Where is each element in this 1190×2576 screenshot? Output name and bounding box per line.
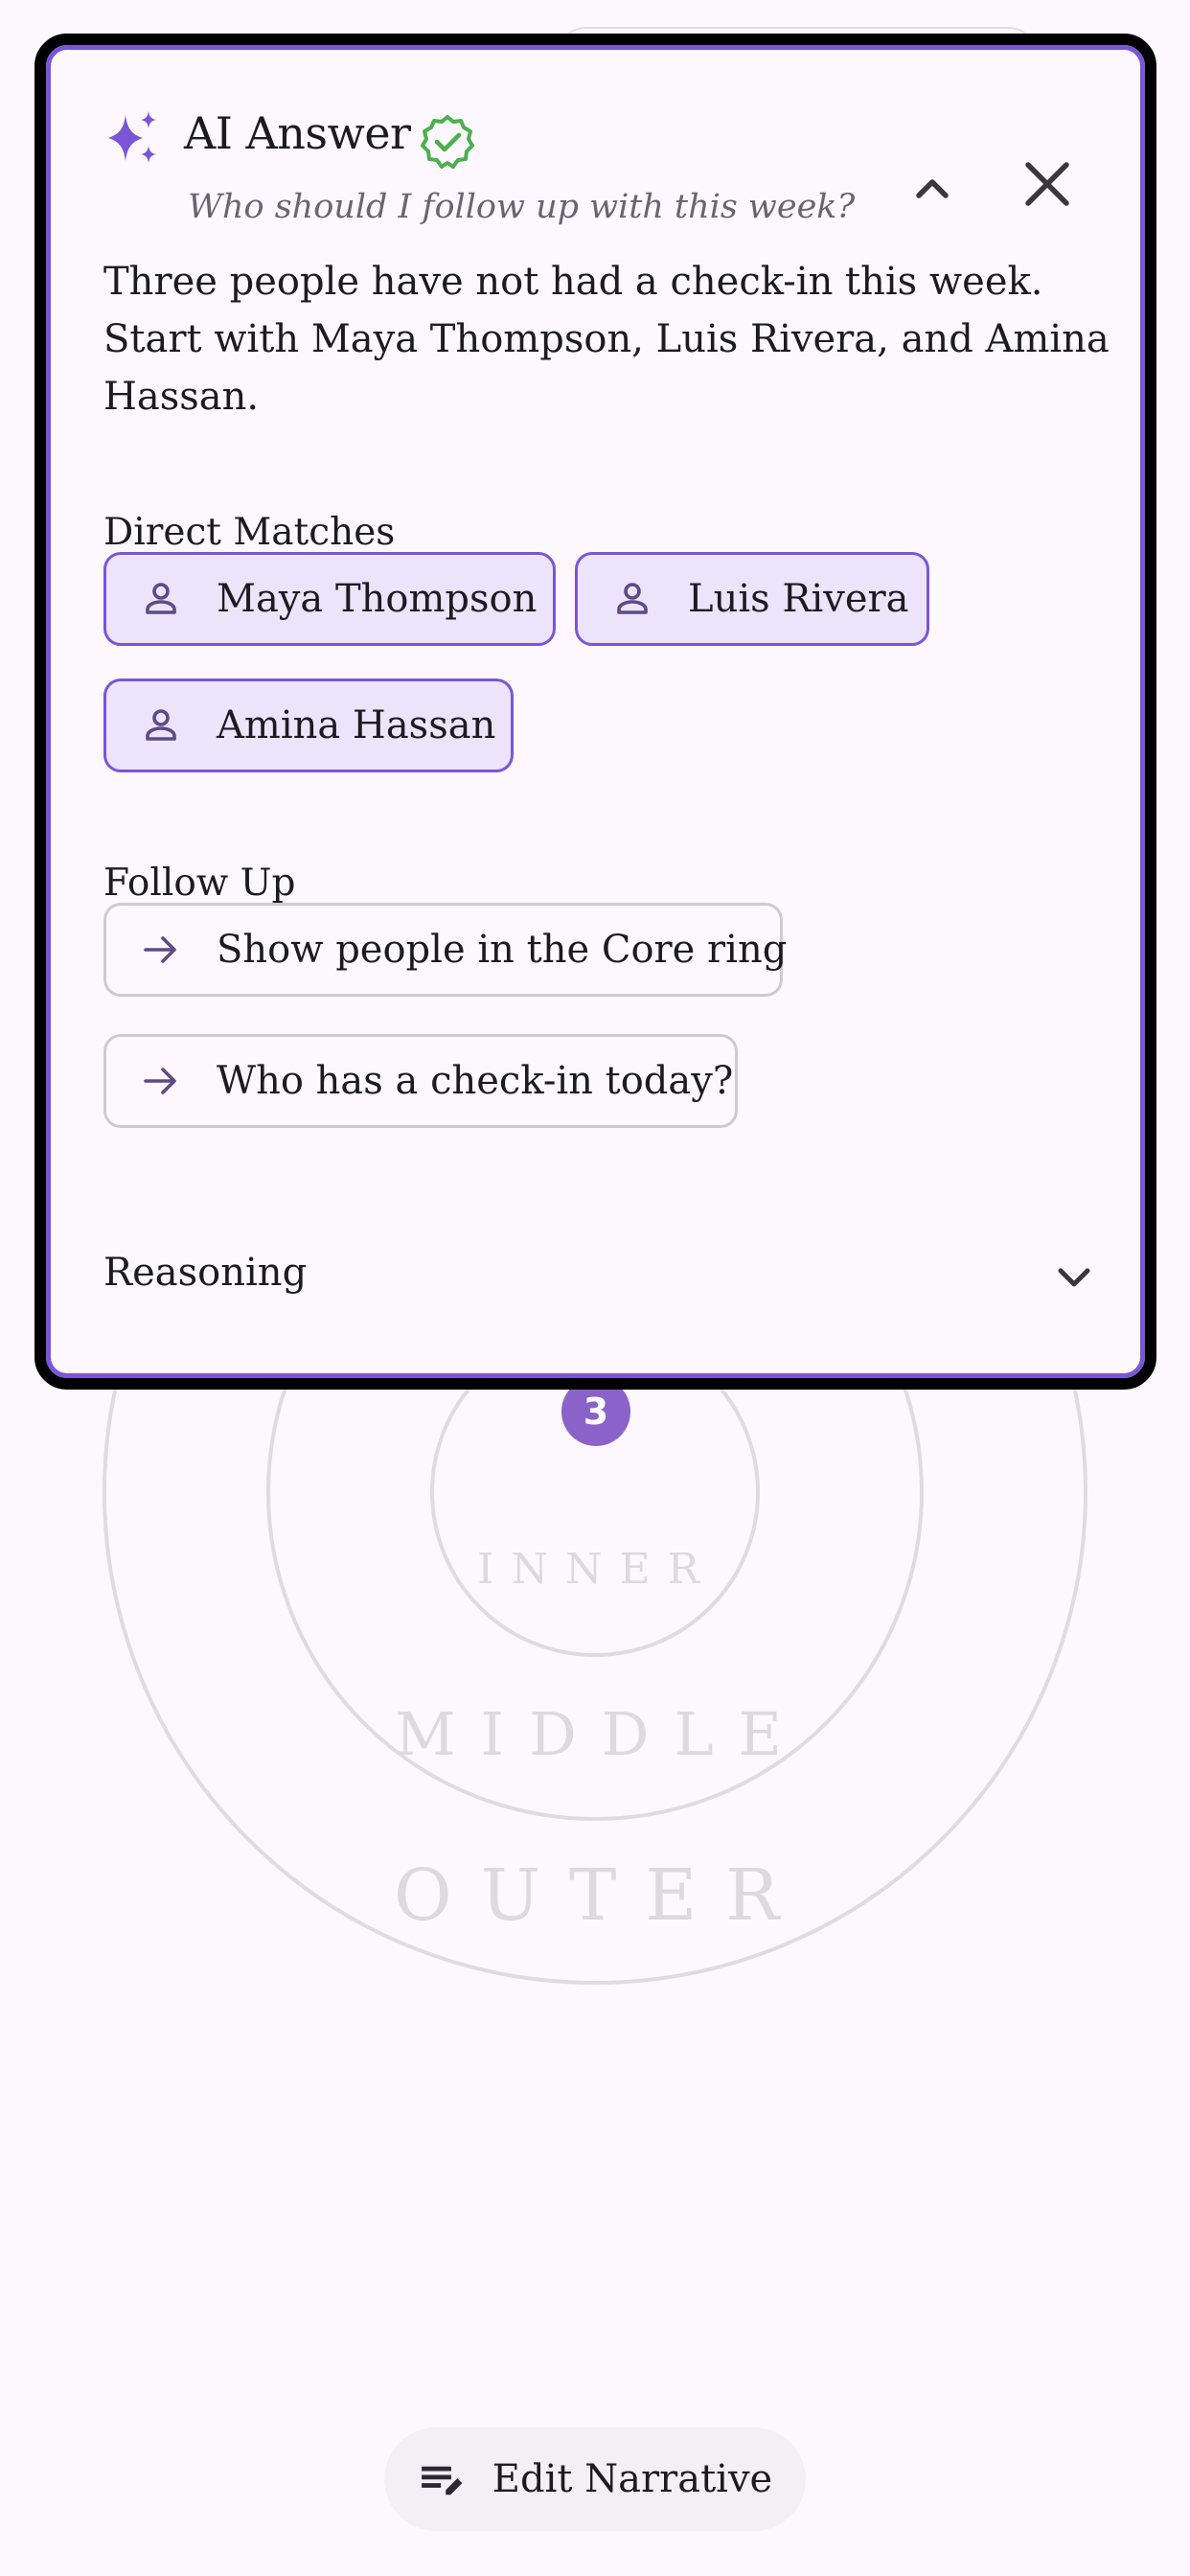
follow-up-chip-core-ring[interactable]: Show people in the Core ring <box>103 903 787 997</box>
person-icon <box>617 583 648 614</box>
follow-up-title: Follow Up <box>103 862 296 905</box>
edit-narrative-label: Edit Narrative <box>492 2457 773 2501</box>
sparkle-icon <box>108 111 156 163</box>
match-chip-label: Luis Rivera <box>688 577 909 621</box>
edit-notes-icon <box>421 2466 463 2496</box>
panel-question: Who should I follow up with this week? <box>188 188 856 226</box>
follow-up-chip-label: Who has a check-in today? <box>217 1059 734 1103</box>
ring-label-outer: OUTER <box>394 1854 808 1937</box>
match-chip-luis-rivera[interactable]: Luis Rivera <box>575 552 929 646</box>
follow-up-chip-label: Show people in the Core ring <box>217 928 788 972</box>
ai-answer-panel-body: AI Answer Who should I follow up with th… <box>46 45 1145 1378</box>
follow-up-chip-check-in-today[interactable]: Who has a check-in today? <box>103 1034 738 1128</box>
arrow-right-icon <box>144 1068 176 1094</box>
match-chip-label: Amina Hassan <box>217 703 496 748</box>
direct-matches-title: Direct Matches <box>103 511 396 554</box>
match-chip-amina-hassan[interactable]: Amina Hassan <box>103 678 514 772</box>
chevron-down-icon[interactable] <box>1045 1250 1103 1307</box>
ring-label-middle: MIDDLE <box>395 1699 807 1769</box>
ring-label-inner: INNER <box>477 1545 717 1594</box>
answer-text: Three people have not had a check-in thi… <box>103 260 1110 419</box>
person-icon <box>146 709 176 741</box>
verified-badge-icon <box>421 115 474 169</box>
match-chip-label: Maya Thompson <box>217 577 538 621</box>
ai-answer-panel: AI Answer Who should I follow up with th… <box>34 34 1156 1390</box>
chevron-up-icon[interactable] <box>894 150 971 226</box>
match-chip-maya-thompson[interactable]: Maya Thompson <box>103 552 556 646</box>
person-icon <box>146 583 176 614</box>
arrow-right-icon <box>144 936 176 963</box>
edit-narrative-button[interactable]: Edit Narrative <box>384 2427 806 2531</box>
panel-title: AI Answer <box>184 107 411 159</box>
close-icon[interactable] <box>1007 144 1087 224</box>
reasoning-toggle-label[interactable]: Reasoning <box>103 1251 307 1295</box>
